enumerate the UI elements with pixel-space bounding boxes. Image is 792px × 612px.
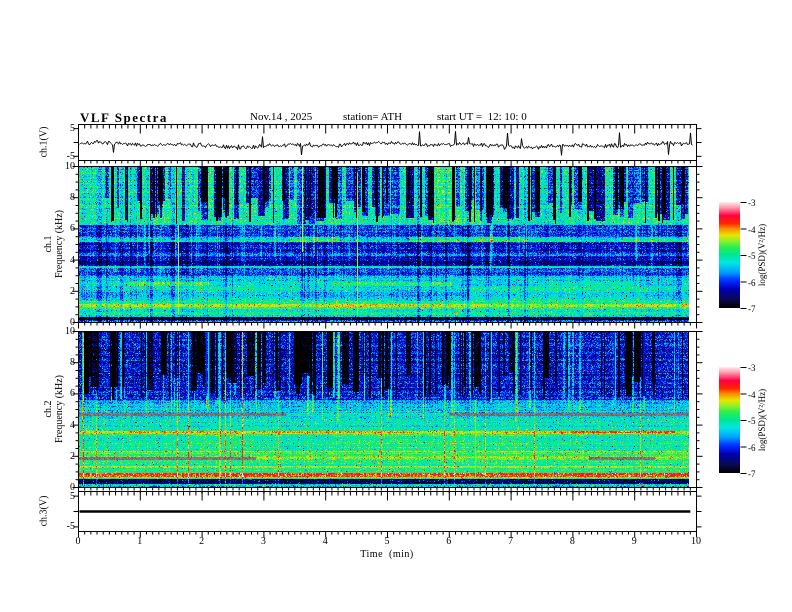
y-tick-label: 6 xyxy=(70,223,75,235)
y-tick-label: 2 xyxy=(70,285,75,297)
y-tick-label: 8 xyxy=(70,357,75,369)
y-tick-label: 5 xyxy=(70,490,75,502)
y-tick-label: 10 xyxy=(65,326,75,337)
x-tick-label: 4 xyxy=(322,536,328,547)
colorbar-tick-label: -7 xyxy=(748,304,756,314)
time-axis-label: Time (min) xyxy=(360,549,414,560)
colorbar-tick-label: -6 xyxy=(748,442,756,453)
x-tick-label: 3 xyxy=(260,536,266,547)
ch2-spec-ylabel: ch.2 Frequency (kHz) xyxy=(43,375,65,443)
axes-overlay-canvas xyxy=(0,0,792,612)
x-tick-label: 5 xyxy=(384,536,390,547)
colorbar-tick-label: -6 xyxy=(748,277,756,288)
y-tick-label: 6 xyxy=(70,388,75,400)
colorbar1-unit-label: log(PSD)(V²/Hz) xyxy=(757,223,767,287)
y-tick-label: 4 xyxy=(70,419,75,431)
x-tick-label: 2 xyxy=(199,536,205,547)
x-tick-label: 7 xyxy=(508,536,514,547)
x-tick-label: 1 xyxy=(137,536,143,547)
ch1-spec-axis-label: Frequency (kHz) xyxy=(54,209,65,279)
ch2-spec-axis-label: Frequency (kHz) xyxy=(54,374,65,444)
x-tick-label: 0 xyxy=(75,536,81,547)
y-tick-label: 4 xyxy=(70,254,75,266)
colorbar-tick-label: -5 xyxy=(748,251,756,261)
y-tick-label: -5 xyxy=(66,521,75,533)
colorbar-tick-label: -4 xyxy=(748,224,756,235)
colorbar-tick-label: -4 xyxy=(748,389,756,400)
vlf-spectra-figure: VLF Spectra Nov.14 , 2025 station= ATH s… xyxy=(0,0,792,612)
y-tick-label: 10 xyxy=(65,161,75,172)
ch1-spec-ylabel: ch.1 Frequency (kHz) xyxy=(43,210,65,278)
x-tick-label: 8 xyxy=(569,536,575,547)
x-tick-label: 10 xyxy=(691,536,701,547)
ch2-spec-channel-label: ch.2 xyxy=(43,400,54,418)
x-tick-label: 6 xyxy=(446,536,452,547)
colorbar-tick-label: -3 xyxy=(748,198,756,208)
x-tick-label: 9 xyxy=(631,536,637,547)
colorbar-tick-label: -3 xyxy=(748,363,756,373)
y-tick-label: 5 xyxy=(70,123,75,135)
colorbar-tick-label: -7 xyxy=(748,469,756,479)
y-tick-label: -5 xyxy=(66,150,75,162)
y-tick-label: 8 xyxy=(70,192,75,204)
colorbar-tick-label: -5 xyxy=(748,416,756,426)
y-tick-label: 2 xyxy=(70,450,75,462)
colorbar2-unit-label: log(PSD)(V²/Hz) xyxy=(757,388,767,452)
ch1-spec-channel-label: ch.1 xyxy=(43,235,54,253)
